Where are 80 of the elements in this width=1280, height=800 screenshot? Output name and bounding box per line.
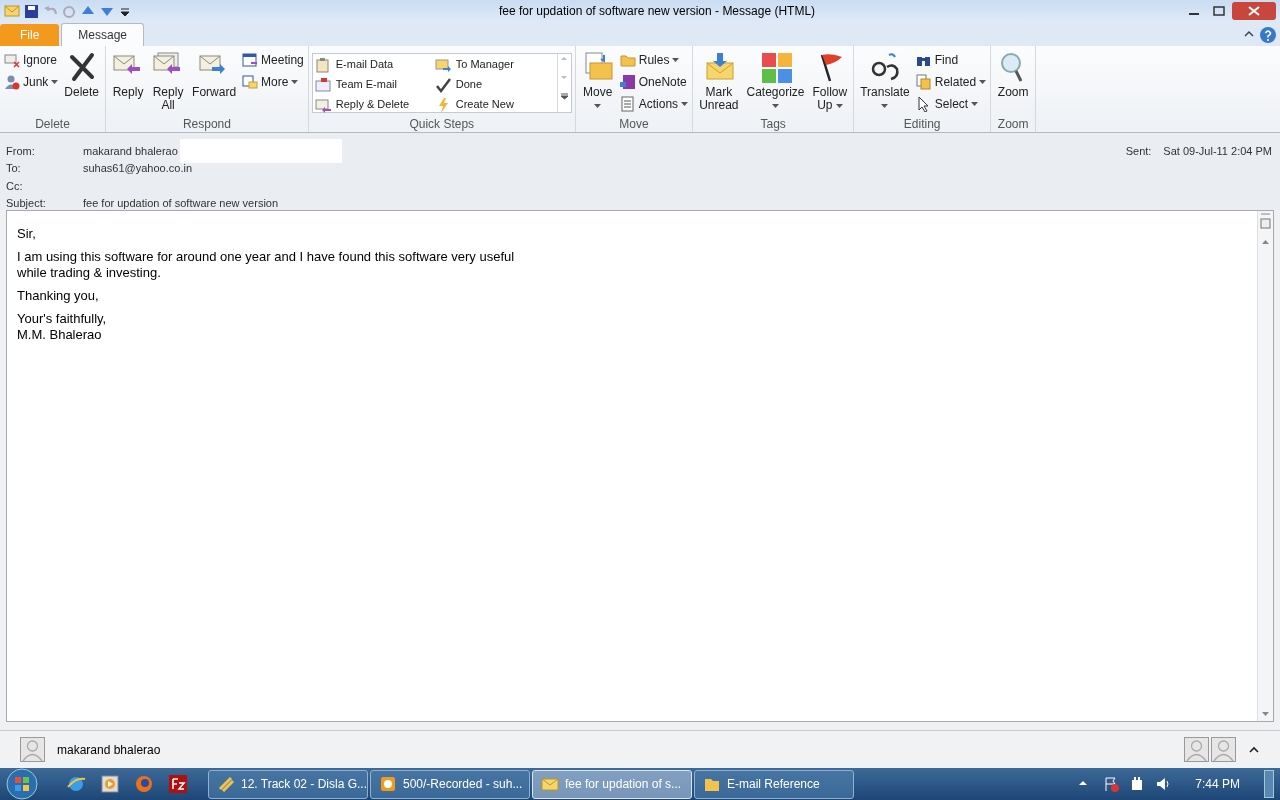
- field-label: Subject:: [6, 196, 47, 211]
- group-label: Tags: [760, 116, 786, 133]
- ribbon-button[interactable]: Translate: [857, 50, 913, 112]
- ribbon-button[interactable]: Move: [578, 50, 617, 112]
- group-label: Quick Steps: [409, 116, 475, 133]
- field-label: To:: [6, 161, 22, 176]
- ribbon-button[interactable]: Related: [914, 74, 988, 90]
- contact-name: makarand bhalerao: [57, 741, 162, 759]
- body-text: while trading & investing.: [17, 265, 162, 281]
- field-label: From:: [6, 143, 36, 159]
- ribbon-tab[interactable]: Message: [61, 23, 145, 46]
- scrollbar[interactable]: [1257, 211, 1273, 721]
- ribbon-button[interactable]: Mark Unread: [696, 50, 742, 112]
- person-icon: [4, 74, 20, 90]
- window-title: fee for updation of software new version - Message (HTML): [497, 3, 817, 20]
- envelope-icon: [4, 4, 20, 18]
- translate-icon: [869, 51, 901, 83]
- flag-icon[interactable]: [1103, 776, 1120, 792]
- ribbon-button[interactable]: Junk: [3, 74, 60, 90]
- field-value: suhas61@yahoo.co.in: [83, 161, 193, 176]
- folder-icon: [619, 52, 636, 68]
- body-text: M.M. Bhalerao: [17, 327, 103, 343]
- quick-step[interactable]: Reply & Delete: [314, 96, 435, 113]
- app-icon: [379, 775, 397, 793]
- avatar-icon: [20, 737, 45, 762]
- ribbon-button[interactable]: Reply All: [149, 50, 188, 112]
- list-icon: [619, 96, 636, 112]
- envelope-icon: [434, 56, 451, 73]
- envelope-icon: [541, 775, 559, 793]
- body-text: Sir,: [17, 226, 37, 242]
- check-mark-icon: [434, 76, 451, 93]
- body-text: Thanking you,: [17, 288, 100, 304]
- field-value: fee for updation of software new version: [83, 196, 279, 211]
- taskbar-button[interactable]: E-mail Reference: [694, 769, 854, 799]
- clipboard-icon: [314, 56, 331, 73]
- body-text: Your's faithfully,: [17, 311, 108, 327]
- ribbon-button[interactable]: Reply: [109, 50, 148, 99]
- group-label: Editing: [903, 116, 941, 133]
- ribbon-button[interactable]: Ignore: [3, 52, 60, 68]
- ribbon-button[interactable]: Categorize: [743, 50, 808, 112]
- help-icon[interactable]: [1260, 27, 1276, 43]
- group-label: Zoom: [997, 116, 1029, 133]
- taskbar-button[interactable]: 12. Track 02 - Disla G...: [208, 769, 368, 799]
- group-label: Move: [619, 116, 649, 133]
- ribbon-button[interactable]: Find: [914, 52, 988, 68]
- notebook-icon: [619, 74, 636, 90]
- quick-step[interactable]: Team E-mail: [314, 76, 435, 93]
- field-label: Sent:: [1125, 144, 1152, 159]
- envelope-icon: [314, 96, 331, 113]
- globe-icon[interactable]: [66, 774, 86, 794]
- close-button[interactable]: [1232, 2, 1276, 20]
- ribbon-button[interactable]: Actions: [618, 96, 690, 112]
- play-icon[interactable]: [100, 774, 120, 794]
- field-value: Sat 09-Jul-11 2:04 PM: [1163, 144, 1272, 159]
- color-squares-icon: [759, 51, 792, 83]
- field-label: Cc:: [6, 178, 24, 194]
- group-label: Delete: [35, 116, 70, 133]
- ribbon-button[interactable]: OneNote: [618, 74, 690, 90]
- speaker-icon[interactable]: [1155, 776, 1172, 792]
- quick-step[interactable]: Create New: [434, 96, 555, 113]
- quick-step[interactable]: To Manager: [434, 56, 555, 73]
- ribbon-button[interactable]: Forward: [189, 50, 240, 99]
- documents-icon: [915, 74, 932, 90]
- ribbon-button[interactable]: Select: [914, 96, 988, 112]
- envelope-icon: [314, 76, 331, 93]
- quick-step[interactable]: E-mail Data: [314, 56, 435, 73]
- quick-step[interactable]: Done: [434, 76, 555, 93]
- ribbon-button[interactable]: Follow Up: [809, 50, 851, 112]
- ribbon-button[interactable]: Meeting: [241, 52, 305, 68]
- body-text: I am using this software for around one year and I have found this software very useful: [17, 249, 516, 265]
- field-value: makarand bhalerao: [83, 143, 178, 159]
- fz-icon[interactable]: [168, 774, 188, 794]
- group-label: Respond: [182, 116, 231, 133]
- ribbon-button[interactable]: Delete: [61, 50, 103, 99]
- save-icon[interactable]: [24, 3, 39, 19]
- ribbon-button[interactable]: More: [241, 74, 305, 90]
- taskbar-button[interactable]: 500/-Recorded - suh...: [370, 769, 530, 799]
- clock[interactable]: 7:44 PM: [1181, 775, 1254, 793]
- ribbon-button[interactable]: Rules: [618, 52, 690, 68]
- ribbon-button[interactable]: Zoom: [994, 50, 1033, 99]
